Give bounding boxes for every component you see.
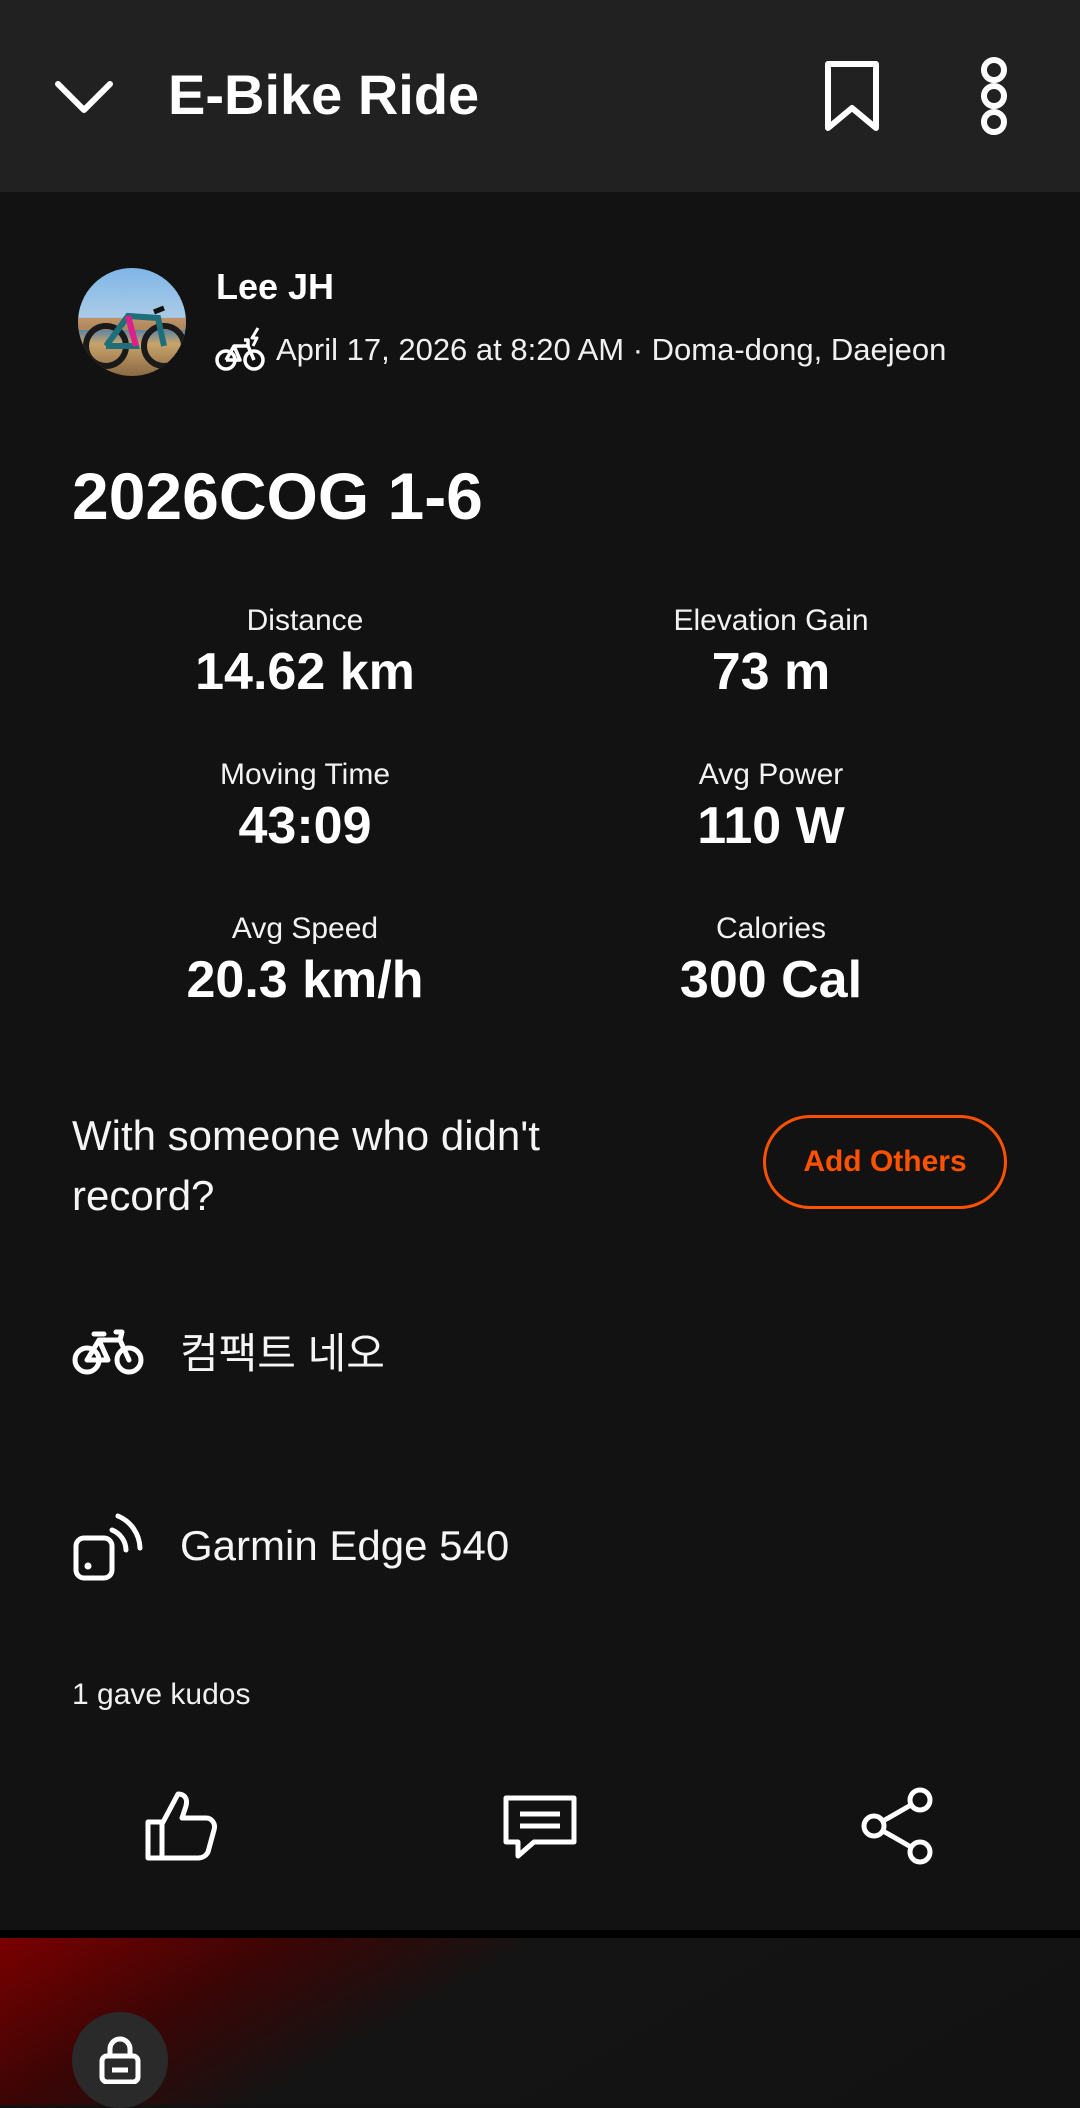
device-name: Garmin Edge 540 (180, 1522, 510, 1569)
stat-value: 14.62 km (195, 643, 415, 701)
stat-label: Distance (246, 604, 364, 637)
chevron-down-icon[interactable] (48, 60, 120, 132)
bike-name: 컴팩트 네오 (180, 1329, 385, 1377)
bike-icon (72, 1329, 144, 1375)
stat-label: Calories (715, 912, 827, 945)
activity-title: 2026COG 1-6 (72, 459, 483, 533)
page-title: E-Bike Ride (168, 63, 480, 126)
bike-row[interactable]: 컴팩트 네오 (72, 1310, 385, 1390)
avatar[interactable] (78, 268, 186, 376)
privacy-lock-button[interactable] (72, 2012, 168, 2108)
stat-avg-power: Avg Power 110 W (538, 758, 1004, 856)
stat-value: 110 W (697, 797, 845, 855)
stat-distance: Distance 14.62 km (72, 604, 538, 702)
top-app-bar: E-Bike Ride (0, 0, 1080, 192)
stat-value: 73 m (711, 643, 831, 701)
more-vertical-icon[interactable] (962, 56, 1026, 136)
stat-label: Elevation Gain (673, 604, 869, 637)
stat-calories: Calories 300 Cal (538, 912, 1004, 1010)
stat-label: Avg Power (698, 758, 844, 791)
bookmark-icon[interactable] (812, 56, 892, 136)
activity-date-location: April 17, 2026 at 8:20 AM · Doma-dong, D… (276, 332, 947, 367)
stat-value: 20.3 km/h (186, 951, 424, 1009)
stat-label: Moving Time (219, 758, 391, 791)
share-icon[interactable] (858, 1786, 938, 1866)
stat-label: Avg Speed (231, 912, 379, 945)
kudos-count[interactable]: 1 gave kudos (72, 1678, 250, 1712)
lock-icon (99, 2036, 141, 2084)
ebike-icon (215, 327, 265, 371)
stat-elevation-gain: Elevation Gain 73 m (538, 604, 1004, 702)
comment-icon[interactable] (500, 1786, 580, 1866)
section-divider (0, 1930, 1080, 1938)
stat-moving-time: Moving Time 43:09 (72, 758, 538, 856)
stat-value: 43:09 (238, 797, 372, 855)
activity-meta: April 17, 2026 at 8:20 AM · Doma-dong, D… (214, 326, 946, 374)
athlete-name[interactable]: Lee JH (216, 266, 334, 308)
stat-value: 300 Cal (679, 951, 863, 1009)
add-others-button[interactable]: Add Others (763, 1115, 1007, 1209)
group-activity-prompt: With someone who didn't record? (72, 1112, 540, 1219)
recording-device-icon (73, 1513, 143, 1581)
device-row[interactable]: Garmin Edge 540 (72, 1506, 509, 1586)
thumbs-up-icon[interactable] (140, 1786, 220, 1866)
stat-avg-speed: Avg Speed 20.3 km/h (72, 912, 538, 1010)
